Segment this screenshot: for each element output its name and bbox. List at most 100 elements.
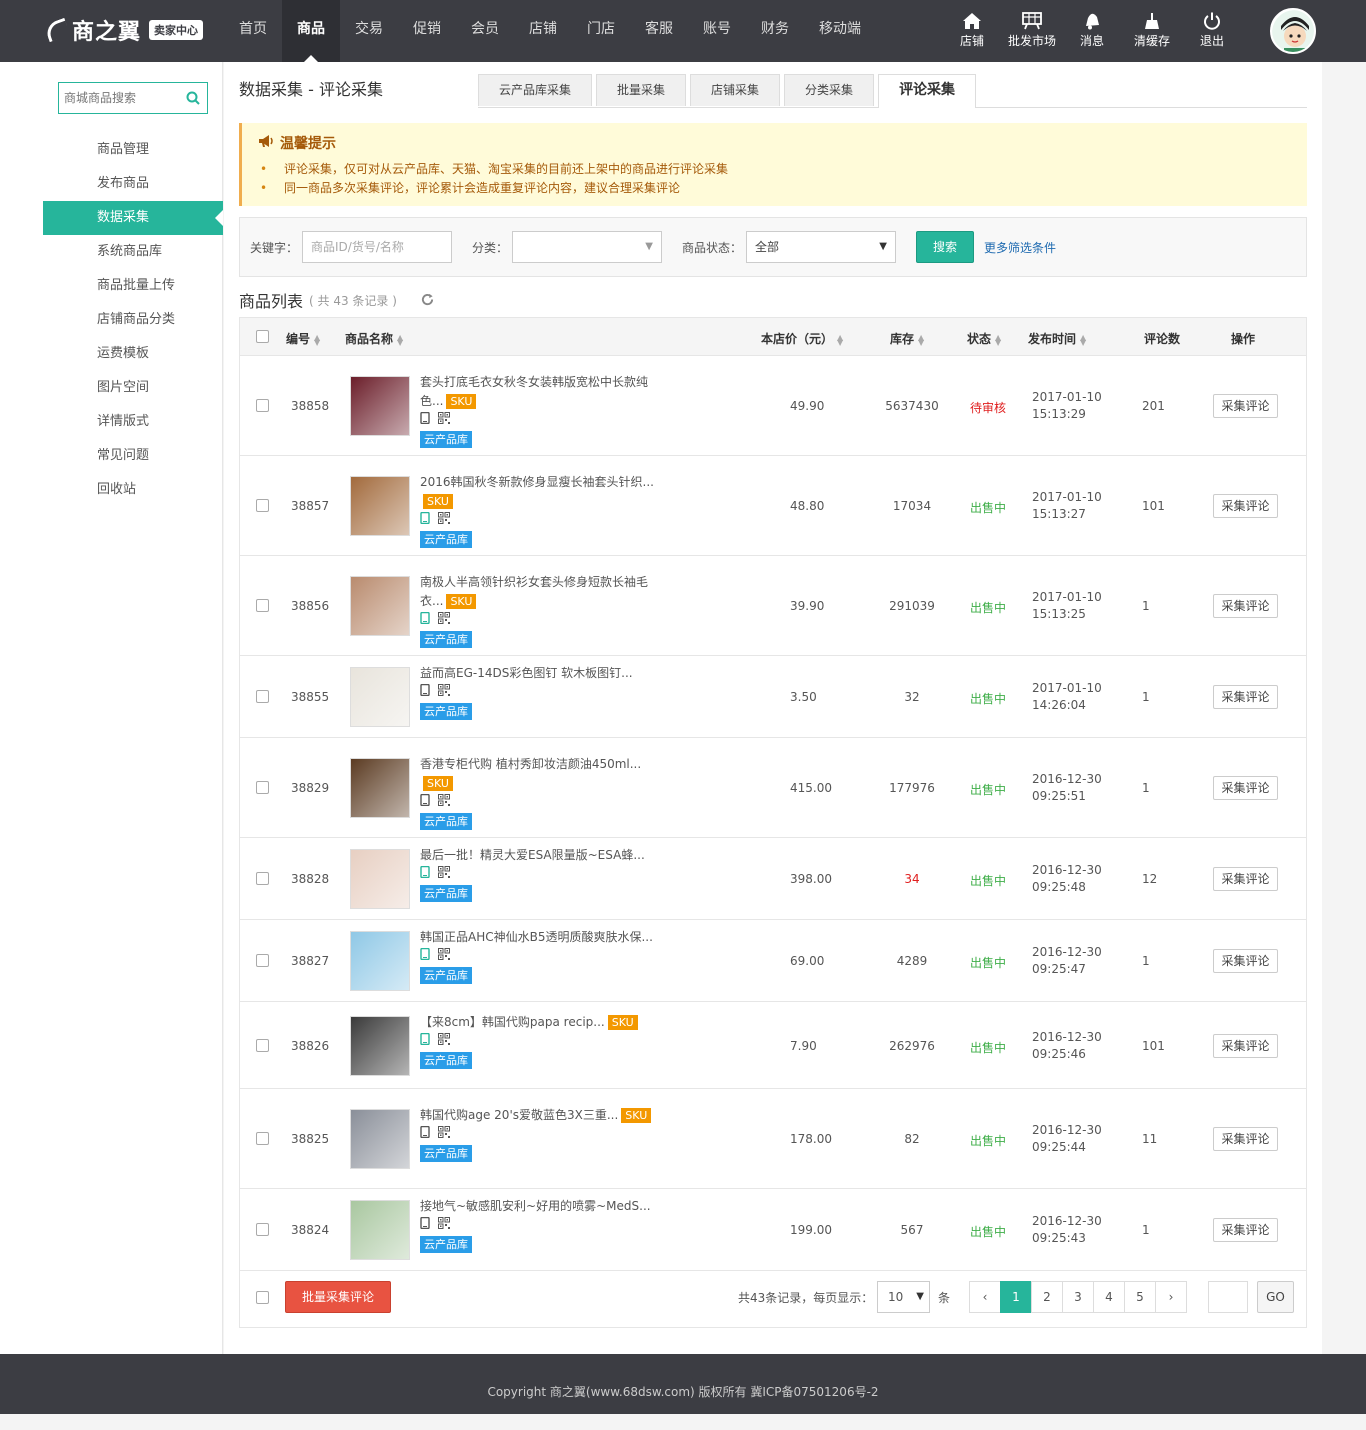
product-name-line[interactable]: 南极人半高领针织衫女套头修身短款长袖毛衣... SKU bbox=[420, 573, 660, 611]
product-thumbnail[interactable] bbox=[350, 1109, 410, 1169]
product-thumbnail[interactable] bbox=[350, 931, 410, 991]
collect-comments-button[interactable]: 采集评论 bbox=[1213, 776, 1278, 800]
sidebar-item[interactable]: 系统商品库 bbox=[43, 235, 223, 269]
mobile-icon[interactable] bbox=[420, 683, 430, 702]
avatar[interactable] bbox=[1270, 8, 1316, 54]
collect-comments-button[interactable]: 采集评论 bbox=[1213, 1127, 1278, 1151]
tool-broom[interactable]: 清缓存 bbox=[1122, 12, 1182, 49]
sidebar-item[interactable]: 运费模板 bbox=[43, 337, 223, 371]
page-jump-input[interactable] bbox=[1208, 1281, 1248, 1313]
page-button[interactable]: 4 bbox=[1093, 1281, 1125, 1313]
sidebar-item[interactable]: 详情版式 bbox=[43, 405, 223, 439]
select-all-checkbox[interactable] bbox=[256, 330, 269, 346]
nav-item[interactable]: 客服 bbox=[630, 0, 688, 62]
collect-comments-button[interactable]: 采集评论 bbox=[1213, 949, 1278, 973]
nav-item[interactable]: 店铺 bbox=[514, 0, 572, 62]
product-name-link[interactable]: 韩国代购age 20's爱敬蓝色3X三重... bbox=[420, 1108, 618, 1122]
col-time[interactable]: 发布时间 ▲ ▼ bbox=[1028, 330, 1086, 347]
tool-home[interactable]: 店铺 bbox=[942, 12, 1002, 49]
product-name-line[interactable]: 韩国代购age 20's爱敬蓝色3X三重... SKU bbox=[420, 1106, 660, 1125]
product-name-line[interactable]: 2016韩国秋冬新款修身显瘦长袖套头针织... SKU bbox=[420, 473, 660, 511]
col-id[interactable]: 编号 ▲ ▼ bbox=[286, 330, 320, 347]
col-stock[interactable]: 库存 ▲ ▼ bbox=[890, 330, 924, 347]
qrcode-icon[interactable] bbox=[438, 793, 450, 812]
sidebar-item[interactable]: 图片空间 bbox=[43, 371, 223, 405]
product-name-link[interactable]: 【来8cm】韩国代购papa recip... bbox=[420, 1015, 605, 1029]
tab[interactable]: 评论采集 bbox=[878, 74, 977, 108]
nav-item[interactable]: 移动端 bbox=[804, 0, 876, 62]
nav-item[interactable]: 门店 bbox=[572, 0, 630, 62]
col-price[interactable]: 本店价（元） ▲ ▼ bbox=[761, 330, 843, 347]
page-button[interactable]: 3 bbox=[1062, 1281, 1094, 1313]
refresh-icon[interactable] bbox=[421, 291, 434, 310]
qrcode-icon[interactable] bbox=[438, 511, 450, 530]
sidebar-item[interactable]: 店铺商品分类 bbox=[43, 303, 223, 337]
row-checkbox[interactable] bbox=[256, 690, 269, 706]
product-thumbnail[interactable] bbox=[350, 576, 410, 636]
search-button[interactable]: 搜索 bbox=[916, 231, 974, 263]
row-checkbox[interactable] bbox=[256, 781, 269, 797]
mobile-icon[interactable] bbox=[420, 511, 430, 530]
tab[interactable]: 店铺采集 bbox=[690, 74, 781, 106]
collect-comments-button[interactable]: 采集评论 bbox=[1213, 594, 1278, 618]
qrcode-icon[interactable] bbox=[438, 411, 450, 430]
mobile-icon[interactable] bbox=[420, 411, 430, 430]
tab[interactable]: 分类采集 bbox=[784, 74, 875, 106]
go-button[interactable]: GO bbox=[1257, 1281, 1294, 1313]
row-checkbox[interactable] bbox=[256, 1132, 269, 1148]
product-name-line[interactable]: 最后一批！精灵大爱ESA限量版~ESA蜂... bbox=[420, 846, 660, 865]
sidebar-item[interactable]: 发布商品 bbox=[43, 167, 223, 201]
collect-comments-button[interactable]: 采集评论 bbox=[1213, 394, 1278, 418]
qrcode-icon[interactable] bbox=[438, 683, 450, 702]
logo[interactable]: 商之翼 卖家中心 bbox=[43, 14, 204, 46]
page-button[interactable]: 5 bbox=[1124, 1281, 1156, 1313]
product-thumbnail[interactable] bbox=[350, 667, 410, 727]
mobile-icon[interactable] bbox=[420, 865, 430, 884]
row-checkbox[interactable] bbox=[256, 599, 269, 615]
per-page-select[interactable]: 10 ▼ bbox=[877, 1281, 930, 1313]
product-thumbnail[interactable] bbox=[350, 1200, 410, 1260]
sidebar-item[interactable]: 数据采集 bbox=[43, 201, 223, 235]
qrcode-icon[interactable] bbox=[438, 865, 450, 884]
collect-comments-button[interactable]: 采集评论 bbox=[1213, 494, 1278, 518]
qrcode-icon[interactable] bbox=[438, 611, 450, 630]
collect-comments-button[interactable]: 采集评论 bbox=[1213, 867, 1278, 891]
product-name-line[interactable]: 接地气~敏感肌安利~好用的喷雾~MedS... bbox=[420, 1197, 660, 1216]
product-name-line[interactable]: 益而高EG-14DS彩色图钉 软木板图钉... bbox=[420, 664, 660, 683]
product-name-line[interactable]: 香港专柜代购 植村秀卸妆洁颜油450ml... SKU bbox=[420, 755, 660, 793]
nav-item[interactable]: 首页 bbox=[224, 0, 282, 62]
tool-power[interactable]: 退出 bbox=[1182, 12, 1242, 49]
product-name-link[interactable]: 香港专柜代购 植村秀卸妆洁颜油450ml... bbox=[420, 757, 641, 771]
sidebar-item[interactable]: 回收站 bbox=[43, 473, 223, 507]
row-checkbox[interactable] bbox=[256, 1223, 269, 1239]
product-name-link[interactable]: 最后一批！精灵大爱ESA限量版~ESA蜂... bbox=[420, 848, 645, 862]
tool-market[interactable]: 批发市场 bbox=[1002, 12, 1062, 49]
page-button[interactable]: 2 bbox=[1031, 1281, 1063, 1313]
search-icon[interactable] bbox=[186, 91, 200, 108]
footer-select-all-checkbox[interactable] bbox=[256, 1291, 269, 1307]
product-thumbnail[interactable] bbox=[350, 476, 410, 536]
product-name-line[interactable]: 【来8cm】韩国代购papa recip... SKU bbox=[420, 1013, 660, 1032]
product-name-link[interactable]: 接地气~敏感肌安利~好用的喷雾~MedS... bbox=[420, 1199, 651, 1213]
prev-page-button[interactable]: ‹ bbox=[969, 1281, 1001, 1313]
col-status[interactable]: 状态 ▲ ▼ bbox=[967, 330, 1001, 347]
next-page-button[interactable]: › bbox=[1155, 1281, 1187, 1313]
sidebar-item[interactable]: 商品管理 bbox=[43, 133, 223, 167]
qrcode-icon[interactable] bbox=[438, 947, 450, 966]
collect-comments-button[interactable]: 采集评论 bbox=[1213, 1033, 1278, 1058]
more-filters-link[interactable]: 更多筛选条件 bbox=[984, 239, 1056, 256]
qrcode-icon[interactable] bbox=[438, 1032, 450, 1051]
batch-collect-button[interactable]: 批量采集评论 bbox=[285, 1281, 391, 1313]
product-name-link[interactable]: 韩国正品AHC神仙水B5透明质酸爽肤水保... bbox=[420, 930, 653, 944]
mobile-icon[interactable] bbox=[420, 793, 430, 812]
product-name-line[interactable]: 套头打底毛衣女秋冬女装韩版宽松中长款纯色... SKU bbox=[420, 373, 660, 411]
collect-comments-button[interactable]: 采集评论 bbox=[1213, 1218, 1278, 1242]
product-thumbnail[interactable] bbox=[350, 758, 410, 818]
row-checkbox[interactable] bbox=[256, 399, 269, 415]
row-checkbox[interactable] bbox=[256, 872, 269, 888]
qrcode-icon[interactable] bbox=[438, 1216, 450, 1235]
status-select[interactable]: 全部 ▼ bbox=[746, 231, 896, 263]
category-select[interactable]: ▼ bbox=[512, 231, 662, 263]
mobile-icon[interactable] bbox=[420, 1032, 430, 1051]
row-checkbox[interactable] bbox=[256, 954, 269, 970]
